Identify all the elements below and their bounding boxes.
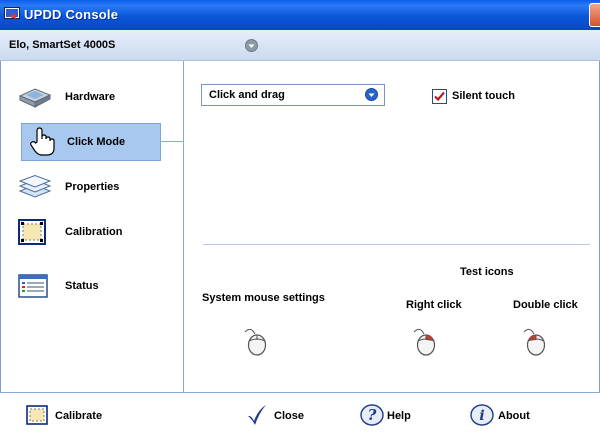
chevron-down-icon[interactable] (245, 39, 258, 52)
chevron-down-icon (365, 88, 378, 101)
hand-pointer-icon (30, 127, 55, 156)
double-click-label: Double click (513, 299, 578, 311)
info-icon: i (470, 404, 494, 426)
device-selector-bar: Elo, SmartSet 4000S (0, 30, 600, 61)
help-label: Help (387, 410, 411, 422)
sidebar-item-hardware[interactable]: Hardware (10, 79, 160, 115)
close-window-button[interactable] (589, 3, 600, 27)
system-mouse-icon[interactable] (243, 326, 267, 356)
right-click-test-icon[interactable] (412, 326, 436, 356)
sidebar-divider (183, 61, 184, 392)
help-icon: ? (360, 404, 384, 426)
sidebar-item-status[interactable]: Status (10, 268, 160, 304)
test-icons-heading: Test icons (460, 266, 514, 278)
section-divider (203, 244, 590, 245)
calibrate-label: Calibrate (55, 410, 103, 422)
sidebar-item-label: Hardware (65, 91, 116, 103)
updd-console-window: UPDD Console Elo, SmartSet 4000S Hardwar… (0, 0, 600, 434)
checkmark-icon (248, 405, 266, 425)
device-name[interactable]: Elo, SmartSet 4000S (9, 39, 115, 51)
sidebar-item-label: Click Mode (67, 136, 126, 148)
status-icon (18, 274, 48, 298)
about-button[interactable]: i About (470, 404, 560, 428)
title-bar[interactable]: UPDD Console (0, 0, 600, 30)
help-button[interactable]: ? Help (360, 404, 440, 428)
window-title: UPDD Console (24, 7, 119, 22)
system-mouse-settings-label: System mouse settings (202, 292, 325, 304)
app-icon (4, 7, 20, 19)
silent-touch-checkbox[interactable] (432, 89, 447, 104)
sidebar-item-label: Properties (65, 181, 120, 193)
layers-icon (18, 175, 52, 198)
click-mode-select[interactable]: Click and drag (201, 84, 385, 106)
calibration-icon (18, 219, 46, 245)
close-label: Close (274, 410, 304, 422)
sidebar-item-calibration[interactable]: Calibration (10, 214, 160, 250)
right-click-label: Right click (406, 299, 462, 311)
click-mode-value: Click and drag (209, 89, 285, 101)
svg-text:?: ? (368, 406, 377, 424)
selection-connector (160, 141, 183, 142)
sidebar-item-label: Status (65, 280, 99, 292)
sidebar-item-click-mode[interactable]: Click Mode (21, 123, 161, 161)
calibration-icon (26, 405, 48, 425)
sidebar-item-properties[interactable]: Properties (10, 169, 160, 205)
silent-touch-label[interactable]: Silent touch (452, 90, 515, 102)
sidebar-item-label: Calibration (65, 226, 123, 238)
hardware-icon (18, 88, 52, 108)
close-button[interactable]: Close (247, 404, 327, 428)
about-label: About (498, 410, 530, 422)
calibrate-button[interactable]: Calibrate (26, 404, 126, 428)
double-click-test-icon[interactable] (522, 326, 546, 356)
checkmark-icon (434, 91, 445, 102)
svg-text:i: i (479, 408, 484, 424)
footer-divider (0, 392, 600, 393)
